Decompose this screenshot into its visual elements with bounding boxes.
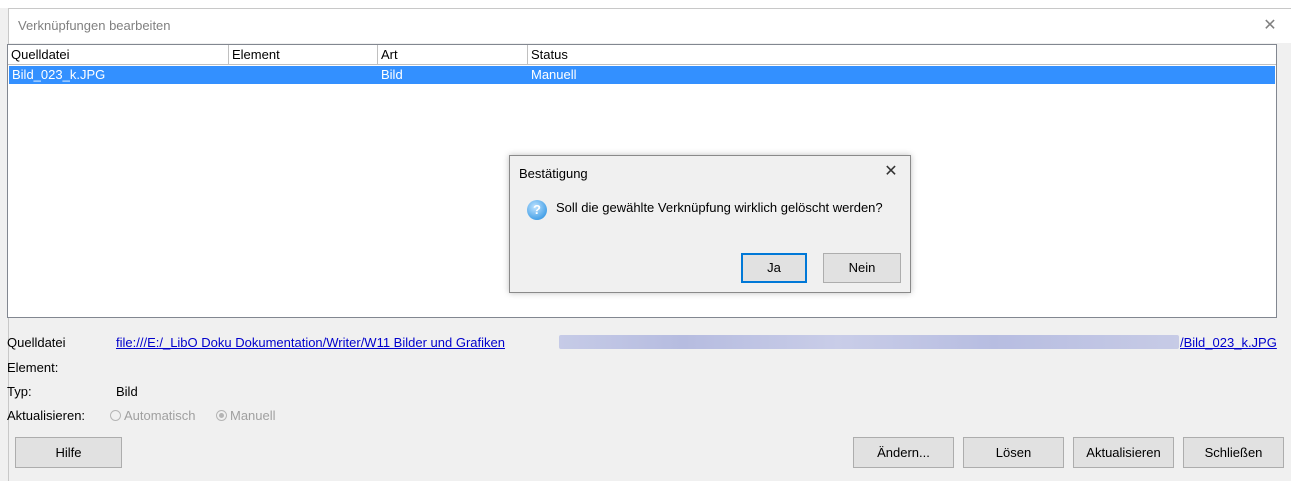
type-label: Typ: xyxy=(7,384,32,399)
confirmation-dialog: Bestätigung ✕ ? Soll die gewählte Verknü… xyxy=(509,155,911,293)
update-button[interactable]: Aktualisieren xyxy=(1073,437,1174,468)
source-file-link[interactable]: file:///E:/_LibO Doku Dokumentation/Writ… xyxy=(116,335,505,350)
column-header-quelldatei[interactable]: Quelldatei xyxy=(8,45,229,65)
yes-button-label: Ja xyxy=(767,260,781,275)
update-button-label: Aktualisieren xyxy=(1086,445,1161,460)
title-bar: Verknüpfungen bearbeiten ✕ xyxy=(9,9,1291,43)
radio-manual-label: Manuell xyxy=(230,408,276,423)
window-close-icon[interactable]: ✕ xyxy=(1259,15,1281,37)
source-file-link-end[interactable]: /Bild_023_k.JPG xyxy=(1180,335,1277,350)
cell-status: Manuell xyxy=(531,67,577,82)
cell-art: Bild xyxy=(381,67,403,82)
table-row[interactable]: Bild_023_k.JPG Bild Manuell xyxy=(9,66,1275,84)
dialog-close-icon[interactable]: ✕ xyxy=(880,161,902,183)
no-button[interactable]: Nein xyxy=(823,253,901,283)
radio-automatic-label: Automatisch xyxy=(124,408,196,423)
cell-element xyxy=(229,66,232,84)
source-label: Quelldatei xyxy=(7,335,66,350)
question-icon: ? xyxy=(527,200,547,220)
window-title: Verknüpfungen bearbeiten xyxy=(18,18,171,33)
top-strip xyxy=(0,0,1291,8)
help-button[interactable]: Hilfe xyxy=(15,437,122,468)
dialog-title: Bestätigung xyxy=(519,166,588,181)
cell-quelldatei: Bild_023_k.JPG xyxy=(12,67,106,82)
redacted-path-segment xyxy=(559,335,1179,349)
column-header-element[interactable]: Element xyxy=(229,45,378,65)
break-link-button[interactable]: Lösen xyxy=(963,437,1064,468)
radio-manual-circle xyxy=(216,410,227,421)
column-header-status[interactable]: Status xyxy=(528,45,1276,65)
modify-button[interactable]: Ändern... xyxy=(853,437,954,468)
radio-manual[interactable]: Manuell xyxy=(216,408,276,423)
table-header: Quelldatei Element Art Status xyxy=(8,45,1276,65)
radio-automatic-circle xyxy=(110,410,121,421)
update-label: Aktualisieren: xyxy=(7,408,86,423)
help-button-label: Hilfe xyxy=(55,445,82,460)
yes-button[interactable]: Ja xyxy=(741,253,807,283)
radio-automatic[interactable]: Automatisch xyxy=(110,408,196,423)
break-link-button-label: Lösen xyxy=(995,445,1032,460)
close-button[interactable]: Schließen xyxy=(1183,437,1284,468)
column-header-art[interactable]: Art xyxy=(378,45,528,65)
modify-button-label: Ändern... xyxy=(877,445,930,460)
element-label: Element: xyxy=(7,360,59,375)
dialog-message: Soll die gewählte Verknüpfung wirklich g… xyxy=(556,200,883,215)
close-button-label: Schließen xyxy=(1204,445,1263,460)
no-button-label: Nein xyxy=(848,260,876,275)
type-value: Bild xyxy=(116,384,138,399)
